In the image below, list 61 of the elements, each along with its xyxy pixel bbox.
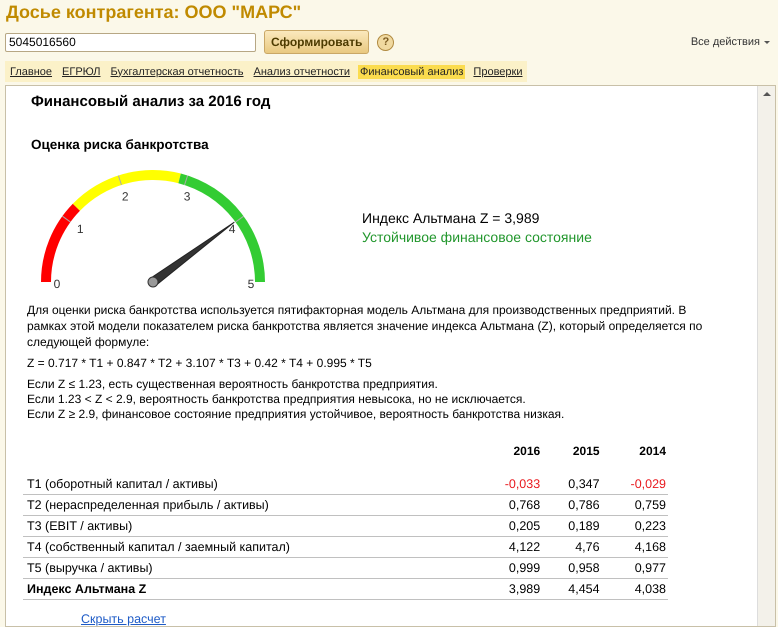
tick-mark [184, 174, 188, 186]
tab[interactable]: Главное [8, 64, 54, 78]
table-cell: T3 (EBIT / активы) [23, 516, 476, 536]
table-cell: 0,205 [476, 516, 542, 536]
table-cell: T5 (выручка / активы) [23, 558, 476, 578]
caret-icon [764, 40, 770, 44]
gauge-tick-label: 4 [228, 222, 236, 236]
rule-text: Если 1.23 < Z < 2.9, вероятность банкротства предприятия невысока, но не исключается. [27, 392, 527, 407]
all-actions-button[interactable]: Все действия [690, 36, 770, 48]
table-cell: 0,759 [602, 494, 668, 516]
table-cell: 4,168 [602, 536, 668, 558]
tab[interactable]: Анализ отчетности [252, 64, 352, 78]
table-cell: Индекс Альтмана Z [23, 578, 476, 600]
help-button[interactable]: ? [377, 34, 394, 50]
status-text: Устойчивое финансовое состояние [362, 229, 592, 245]
gauge-tick-label: 0 [54, 277, 60, 291]
table-cell: 0,347 [542, 474, 602, 494]
window-title: Досье контрагента: ООО "МАРС" [5, 1, 302, 24]
tab[interactable]: ЕГРЮЛ [60, 64, 102, 78]
table-cell: 0,958 [542, 558, 602, 578]
tick-mark [235, 216, 244, 223]
table-cell: 0,189 [542, 516, 602, 536]
table-cell: 4,76 [542, 536, 602, 558]
section-title: Оценка риска банкротства [31, 137, 210, 152]
rule-text: Если Z ≥ 2.9, финансовое состояние предприятия устойчивое, вероятность банкротства низкая. [27, 407, 566, 422]
index-value: Индекс Альтмана Z = 3,989 [362, 210, 540, 226]
table-cell: -0,033 [476, 474, 542, 494]
tick-mark [62, 216, 71, 223]
hide-calculation-link[interactable]: Скрыть расчет [81, 612, 166, 626]
table-cell: 0,768 [476, 494, 542, 516]
gauge-tick-label: 1 [76, 222, 84, 236]
table-cell: 3,989 [476, 578, 542, 600]
table-cell: 4,038 [602, 578, 668, 600]
gauge-tick-label: 5 [248, 277, 254, 291]
table-cell: T1 (оборотный капитал / активы) [23, 474, 476, 494]
column-header: 2014 [638, 443, 667, 460]
rule-text: Если Z ≤ 1.23, есть существенная вероятность банкротства предприятия. [27, 377, 439, 392]
generate-button[interactable]: Сформировать [264, 30, 370, 54]
tab[interactable]: Проверки [471, 64, 524, 78]
tab[interactable]: Финансовый анализ [358, 64, 466, 78]
tick-mark [118, 174, 122, 186]
column-header: 2016 [512, 443, 542, 460]
table-cell: 0,999 [476, 558, 542, 578]
table-cell: 0,223 [602, 516, 668, 536]
scrollbar[interactable] [757, 86, 775, 626]
tab[interactable]: Бухгалтерская отчетность [108, 64, 246, 78]
scroll-up-icon[interactable] [762, 92, 770, 96]
table-cell: T2 (нераспределенная прибыль / активы) [23, 494, 476, 516]
report-title: Финансовый анализ за 2016 год [31, 93, 272, 110]
table-cell: 0,977 [602, 558, 668, 578]
table-cell: T4 (собственный капитал / заемный капитал) [23, 536, 476, 558]
gauge-tick-label: 3 [184, 189, 190, 204]
table-cell: 0,786 [542, 494, 602, 516]
column-header: 2015 [572, 443, 601, 460]
search-field[interactable]: 5045016560 [5, 32, 256, 52]
gauge-tick-label: 2 [122, 189, 129, 204]
table-cell: 4,454 [542, 578, 602, 600]
table-cell: -0,029 [602, 474, 668, 494]
table-cell: 4,122 [476, 536, 542, 558]
formula-text: Z = 0.717 * T1 + 0.847 * T2 + 3.107 * T3 + 0.42 * T4 + 0.995 * T5 [27, 356, 373, 370]
description-text: Для оценки риска банкротства используется пятифакторная модель Альтмана для производственных предприятий. В рамках этой модели показателем риска банкротства является значение индекса Альтмана (Z), который определяется по следующей формуле: [27, 302, 704, 350]
